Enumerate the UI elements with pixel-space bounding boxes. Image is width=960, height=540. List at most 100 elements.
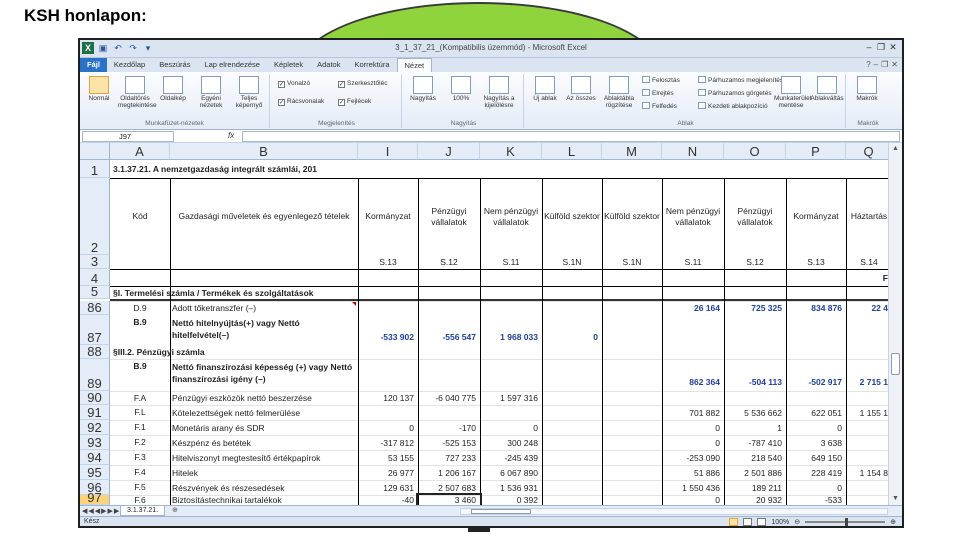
row93-label[interactable]: Készpénz és betétek	[172, 435, 358, 450]
macros-button[interactable]: Makrók	[850, 76, 884, 102]
row96-k[interactable]: 1 536 931	[480, 480, 542, 495]
sector-code-m[interactable]: S.1N	[602, 255, 662, 269]
sector-code-j[interactable]: S.12	[418, 255, 480, 269]
unhide-button[interactable]: Felfedés	[642, 102, 677, 110]
new-window-button[interactable]: Új ablak	[528, 76, 562, 102]
row97-n[interactable]: 0	[662, 495, 724, 505]
row95-label[interactable]: Hitelek	[172, 465, 358, 480]
zoom-level[interactable]: 100%	[771, 519, 789, 526]
row89-o[interactable]: -504 113	[724, 373, 786, 391]
row92-i[interactable]: 0	[358, 420, 418, 435]
row92-label[interactable]: Monetáris arany és SDR	[172, 420, 358, 435]
row-header-88[interactable]: 88	[80, 345, 110, 359]
row95-q[interactable]: 1 154 8	[846, 465, 892, 480]
row94-code[interactable]: F.3	[110, 450, 170, 465]
minimize-ribbon-icon[interactable]: –	[874, 60, 878, 69]
row87-label[interactable]: Nettó hitelnyújtás(+) vagy Nettó hitelfe…	[172, 315, 358, 345]
header-m[interactable]: Külföld szektor	[602, 178, 662, 255]
tab-view[interactable]: Nézet	[396, 58, 433, 72]
row90-code[interactable]: F.A	[110, 391, 170, 405]
gridlines-checkbox[interactable]: ✓ Rácsvonalak	[278, 98, 324, 106]
row-header-3[interactable]: 3	[80, 255, 110, 269]
row94-n[interactable]: -253 090	[662, 450, 724, 465]
row90-j[interactable]: -6 040 775	[418, 391, 480, 405]
row87-l[interactable]: 0	[542, 329, 602, 345]
row97-label[interactable]: Biztosítástechnikai tartalékok	[172, 495, 358, 505]
row-header-91[interactable]: 91	[80, 405, 110, 420]
row96-o[interactable]: 189 211	[724, 480, 786, 495]
row87-i[interactable]: -533 902	[358, 329, 418, 345]
tab-page-layout[interactable]: Lap elrendezése	[197, 58, 266, 72]
row95-code[interactable]: F.4	[110, 465, 170, 480]
row92-n[interactable]: 0	[662, 420, 724, 435]
tab-data[interactable]: Adatok	[310, 58, 347, 72]
row90-label[interactable]: Pénzügyi eszközök nettó beszerzése	[172, 391, 358, 405]
row87-code[interactable]: B.9	[110, 315, 170, 329]
zoom-out-icon[interactable]: ⊖	[794, 518, 800, 526]
row90-i[interactable]: 120 137	[358, 391, 418, 405]
sync-scroll-button[interactable]: Párhuzamos görgetés	[698, 89, 772, 97]
row95-i[interactable]: 26 977	[358, 465, 418, 480]
column-header-q[interactable]: Q	[846, 143, 892, 160]
row94-j[interactable]: 727 233	[418, 450, 480, 465]
row94-label[interactable]: Hitelviszonyt megtestesítő értékpapírok	[172, 450, 358, 465]
zoom-in-icon[interactable]: ⊕	[890, 518, 896, 526]
row-header-1[interactable]: 1	[80, 160, 110, 178]
page-layout-view-icon[interactable]	[743, 518, 753, 526]
row91-label[interactable]: Kötelezettségek nettó felmerülése	[172, 405, 358, 420]
row88-section[interactable]: §III.2. Pénzügyi számla	[113, 345, 353, 359]
row89-code[interactable]: B.9	[110, 359, 170, 373]
row93-k[interactable]: 300 248	[480, 435, 542, 450]
header-n[interactable]: Nem pénzügyi vállalatok	[662, 178, 724, 255]
row-header-89[interactable]: 89	[80, 359, 110, 391]
row86-q[interactable]: 22 4	[846, 301, 892, 315]
hide-button[interactable]: Elrejtés	[642, 89, 674, 97]
row94-p[interactable]: 649 150	[786, 450, 846, 465]
sheet-navigation-icons[interactable]: ◀◀◀▶▶▶	[82, 507, 120, 515]
header-j[interactable]: Pénzügyi vállalatok	[418, 178, 480, 255]
tab-home[interactable]: Kezdőlap	[107, 58, 152, 72]
vertical-scroll-thumb[interactable]	[891, 353, 900, 375]
help-icon[interactable]: ?	[866, 60, 870, 69]
zoom-slider[interactable]	[805, 518, 886, 526]
sector-code-n[interactable]: S.11	[662, 255, 724, 269]
column-header-n[interactable]: N	[662, 143, 724, 160]
restore-workbook-icon[interactable]: ❐	[881, 60, 888, 69]
row96-label[interactable]: Részvények és részesedések	[172, 480, 358, 495]
minimize-icon[interactable]: –	[864, 42, 874, 52]
sector-code-q[interactable]: S.14	[846, 255, 892, 269]
column-header-a[interactable]: A	[110, 143, 170, 160]
full-screen-button[interactable]: Teljes képernyő	[232, 76, 266, 109]
row91-q[interactable]: 1 155 1	[846, 405, 892, 420]
sheet-tab[interactable]: 3.1.37.21.	[120, 506, 166, 516]
zoom-button[interactable]: Nagyítás	[406, 76, 440, 102]
page-break-view-icon[interactable]	[757, 518, 767, 526]
header-p[interactable]: Kormányzat	[786, 178, 846, 255]
section-heading[interactable]: §I. Termelési számla / Termékek és szolg…	[113, 286, 413, 299]
column-header-b[interactable]: B	[170, 143, 358, 160]
row95-j[interactable]: 1 206 167	[418, 465, 480, 480]
row86-label[interactable]: Adott tőketranszfer (–)	[172, 301, 358, 315]
row-header-93[interactable]: 93	[80, 435, 110, 450]
row97-j-selected[interactable]: 3 460	[416, 493, 482, 507]
column-header-i[interactable]: I	[358, 143, 418, 160]
split-button[interactable]: Felosztás	[642, 76, 680, 84]
select-all-corner[interactable]	[80, 143, 110, 160]
row96-n[interactable]: 1 550 436	[662, 480, 724, 495]
column-header-m[interactable]: M	[602, 143, 662, 160]
header-l[interactable]: Külföld szektor	[542, 178, 602, 255]
row97-i[interactable]: -40	[358, 495, 418, 505]
headings-checkbox[interactable]: ✓ Fejlécek	[338, 98, 371, 106]
row91-n[interactable]: 701 882	[662, 405, 724, 420]
row90-k[interactable]: 1 597 316	[480, 391, 542, 405]
row92-j[interactable]: -170	[418, 420, 480, 435]
close-workbook-icon[interactable]: ✕	[891, 60, 898, 69]
table-title[interactable]: 3.1.37.21. A nemzetgazdaság integrált sz…	[113, 160, 413, 178]
row93-n[interactable]: 0	[662, 435, 724, 450]
fx-icon[interactable]: fx	[228, 131, 234, 140]
tab-file[interactable]: Fájl	[80, 58, 107, 72]
scroll-up-icon[interactable]: ▲	[889, 143, 902, 155]
scroll-down-icon[interactable]: ▼	[889, 493, 902, 505]
row87-k[interactable]: 1 968 033	[480, 329, 542, 345]
tab-formulas[interactable]: Képletek	[267, 58, 310, 72]
